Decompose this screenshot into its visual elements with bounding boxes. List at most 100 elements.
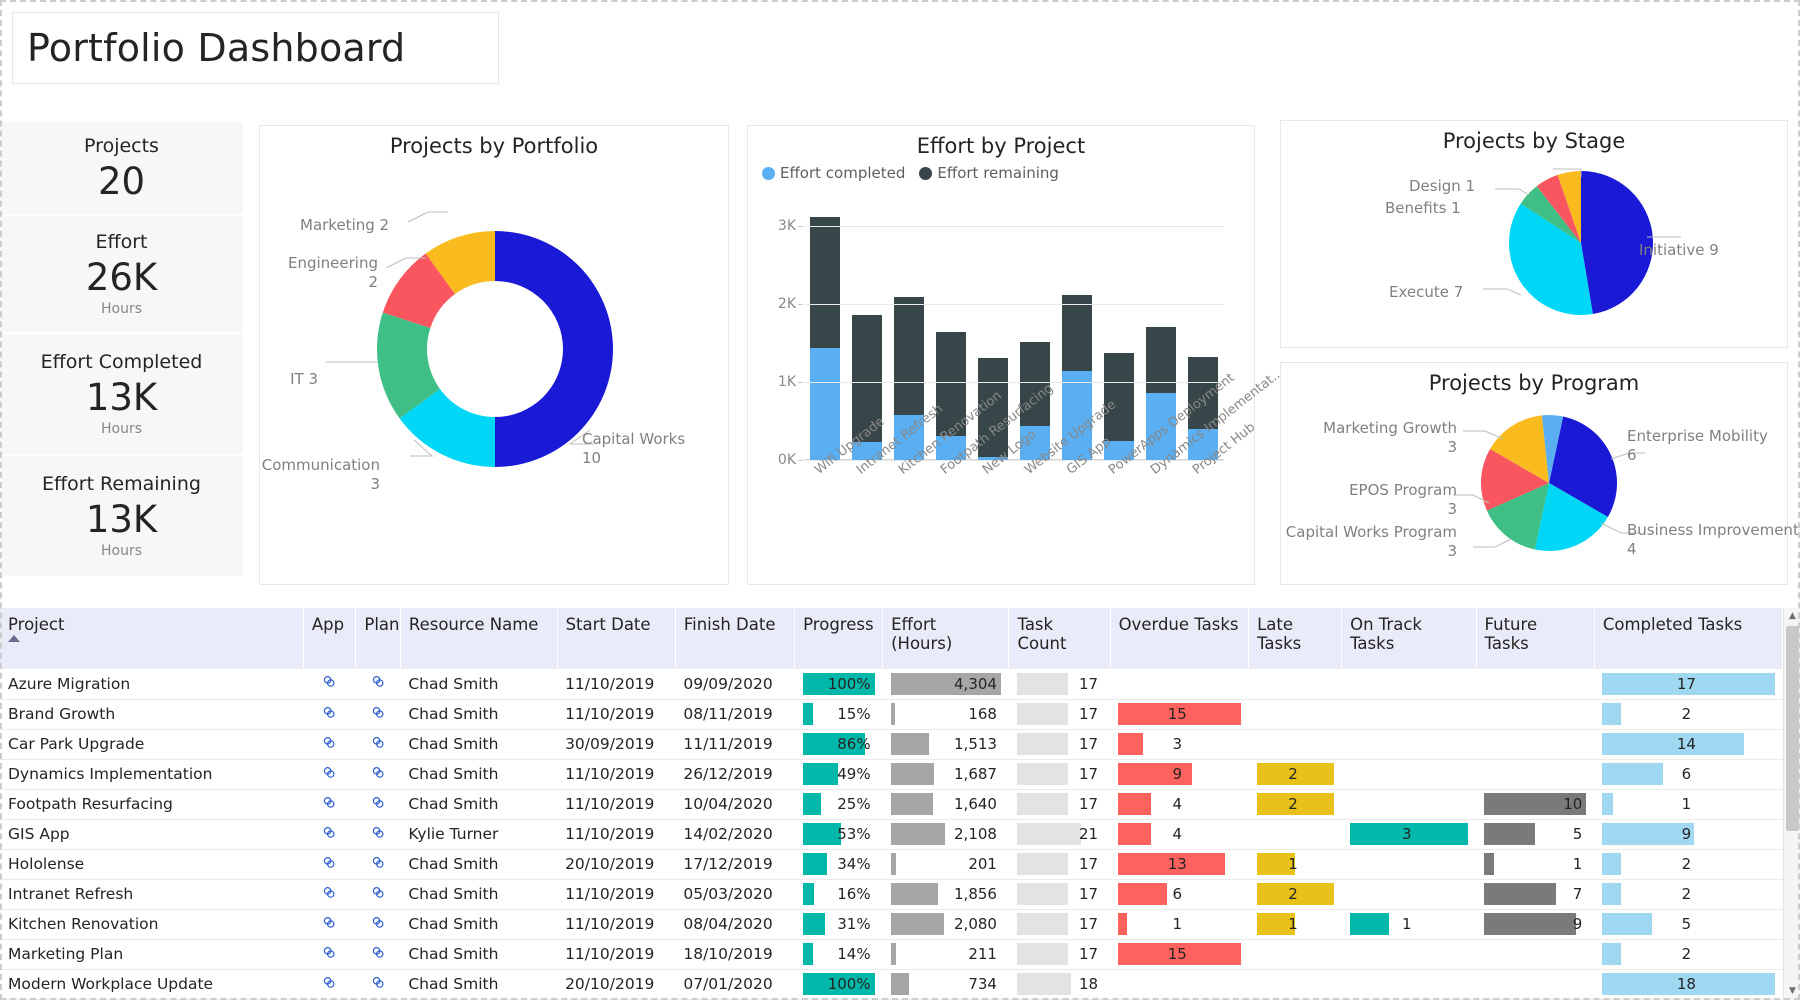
link-icon[interactable]: [322, 736, 337, 754]
column-header-late-tasks[interactable]: Late Tasks: [1248, 608, 1343, 669]
cell-plan[interactable]: [355, 789, 401, 820]
legend-item-effort-completed[interactable]: Effort completed: [762, 164, 905, 182]
cell-plan[interactable]: [355, 669, 401, 700]
chart-card-projects-by-program[interactable]: Projects by Program Marketing Growth 3 E…: [1280, 362, 1799, 585]
link-icon[interactable]: [322, 826, 337, 844]
cell-app[interactable]: [303, 969, 356, 1000]
link-icon[interactable]: [322, 675, 337, 693]
legend-item-effort-remaining[interactable]: Effort remaining: [919, 164, 1059, 182]
link-icon[interactable]: [371, 796, 386, 814]
column-header-resource-name[interactable]: Resource Name: [400, 608, 558, 669]
link-icon[interactable]: [371, 856, 386, 874]
chart-card-projects-by-stage[interactable]: Projects by Stage Design 1 Benefits 1 Ex…: [1280, 120, 1788, 348]
link-icon[interactable]: [322, 766, 337, 784]
scroll-thumb[interactable]: [1786, 626, 1799, 831]
table-row[interactable]: Modern Workplace Update Chad Smith 20/10/2…: [0, 969, 1783, 1000]
bar-segment-effort-remaining[interactable]: [1061, 295, 1093, 371]
scroll-down-arrow-icon[interactable]: ▼: [1784, 983, 1800, 1000]
cell-app[interactable]: [303, 699, 356, 730]
kpi-card-effort-remaining[interactable]: Effort Remaining 13K Hours: [0, 456, 243, 578]
kpi-card-projects[interactable]: Projects 20: [0, 122, 243, 216]
cell-app[interactable]: [303, 789, 356, 820]
scroll-up-arrow-icon[interactable]: ▲: [1784, 608, 1800, 625]
link-icon[interactable]: [371, 886, 386, 904]
cell-project[interactable]: Hololense: [0, 849, 304, 880]
cell-plan[interactable]: [355, 819, 401, 850]
table-row[interactable]: Hololense Chad Smith 20/10/2019 17/12/2019 3…: [0, 849, 1783, 880]
cell-plan[interactable]: [355, 699, 401, 730]
cell-app[interactable]: [303, 759, 356, 790]
projects-table[interactable]: Project App Plan Resource Name Start Date Fin…: [0, 608, 1783, 1000]
table-row[interactable]: Intranet Refresh Chad Smith 11/10/2019 05/0…: [0, 879, 1783, 910]
link-icon[interactable]: [322, 916, 337, 934]
cell-app[interactable]: [303, 729, 356, 760]
table-scrollbar[interactable]: ▲ ▼: [1783, 608, 1800, 1000]
cell-project[interactable]: Dynamics Implementation: [0, 759, 304, 790]
cell-app[interactable]: [303, 879, 356, 910]
link-icon[interactable]: [322, 886, 337, 904]
link-icon[interactable]: [322, 976, 337, 994]
cell-app[interactable]: [303, 819, 356, 850]
cell-project[interactable]: Marketing Plan: [0, 939, 304, 970]
cell-app[interactable]: [303, 909, 356, 940]
cell-plan[interactable]: [355, 939, 401, 970]
link-icon[interactable]: [371, 736, 386, 754]
link-icon[interactable]: [371, 675, 386, 693]
column-header-plan[interactable]: Plan: [355, 608, 401, 669]
cell-project[interactable]: Car Park Upgrade: [0, 729, 304, 760]
chart-card-projects-by-portfolio[interactable]: Projects by Portfolio Marketing 2 Engine…: [259, 125, 729, 585]
cell-project[interactable]: Modern Workplace Update: [0, 969, 304, 1000]
column-header-finish-date[interactable]: Finish Date: [675, 608, 796, 669]
table-row[interactable]: Car Park Upgrade Chad Smith 30/09/2019 11/1…: [0, 729, 1783, 760]
cell-plan[interactable]: [355, 759, 401, 790]
table-row[interactable]: Kitchen Renovation Chad Smith 11/10/2019 08…: [0, 909, 1783, 940]
bar-segment-effort-remaining[interactable]: [809, 217, 841, 349]
cell-plan[interactable]: [355, 849, 401, 880]
stacked-bar[interactable]: [809, 217, 841, 460]
table-row[interactable]: Brand Growth Chad Smith 11/10/2019 08/11/20…: [0, 699, 1783, 730]
column-header-on-track-tasks[interactable]: On Track Tasks: [1341, 608, 1477, 669]
chart-card-effort-by-project[interactable]: Effort by Project Effort completed Effor…: [747, 125, 1286, 585]
cell-project[interactable]: Brand Growth: [0, 699, 304, 730]
bar-segment-effort-remaining[interactable]: [1145, 327, 1177, 393]
link-icon[interactable]: [371, 766, 386, 784]
table-row[interactable]: GIS App Kylie Turner 11/10/2019 14/02/2020 5…: [0, 819, 1783, 850]
cell-project[interactable]: Azure Migration: [0, 669, 304, 700]
link-icon[interactable]: [322, 706, 337, 724]
column-header-completed-tasks[interactable]: Completed Tasks: [1594, 608, 1783, 669]
cell-plan[interactable]: [355, 969, 401, 1000]
link-icon[interactable]: [371, 826, 386, 844]
link-icon[interactable]: [322, 856, 337, 874]
link-icon[interactable]: [371, 706, 386, 724]
table-row[interactable]: Marketing Plan Chad Smith 11/10/2019 18/10/…: [0, 939, 1783, 970]
cell-plan[interactable]: [355, 879, 401, 910]
cell-project[interactable]: GIS App: [0, 819, 304, 850]
link-icon[interactable]: [322, 946, 337, 964]
kpi-card-effort-completed[interactable]: Effort Completed 13K Hours: [0, 334, 243, 456]
bar-segment-effort-remaining[interactable]: [893, 296, 925, 416]
link-icon[interactable]: [371, 916, 386, 934]
cell-project[interactable]: Kitchen Renovation: [0, 909, 304, 940]
link-icon[interactable]: [371, 976, 386, 994]
cell-app[interactable]: [303, 939, 356, 970]
kpi-card-effort[interactable]: Effort 26K Hours: [0, 216, 243, 334]
link-icon[interactable]: [322, 796, 337, 814]
column-header-future-tasks[interactable]: Future Tasks: [1476, 608, 1595, 669]
column-header-app[interactable]: App: [303, 608, 357, 669]
cell-plan[interactable]: [355, 729, 401, 760]
cell-project[interactable]: Intranet Refresh: [0, 879, 304, 910]
cell-project[interactable]: Footpath Resurfacing: [0, 789, 304, 820]
cell-app[interactable]: [303, 669, 356, 700]
table-row[interactable]: Azure Migration Chad Smith 11/10/2019 09/09…: [0, 669, 1783, 700]
column-header-effort-hours[interactable]: Effort (Hours): [882, 608, 1010, 669]
cell-plan[interactable]: [355, 909, 401, 940]
link-icon[interactable]: [371, 946, 386, 964]
cell-app[interactable]: [303, 849, 356, 880]
table-row[interactable]: Footpath Resurfacing Chad Smith 11/10/2019…: [0, 789, 1783, 820]
column-header-start-date[interactable]: Start Date: [557, 608, 676, 669]
column-header-project[interactable]: Project: [0, 608, 304, 669]
table-row[interactable]: Dynamics Implementation Chad Smith 11/10/2…: [0, 759, 1783, 790]
column-header-task-count[interactable]: Task Count: [1008, 608, 1111, 669]
bar-segment-effort-completed[interactable]: [809, 348, 841, 460]
column-header-progress[interactable]: Progress: [794, 608, 884, 669]
